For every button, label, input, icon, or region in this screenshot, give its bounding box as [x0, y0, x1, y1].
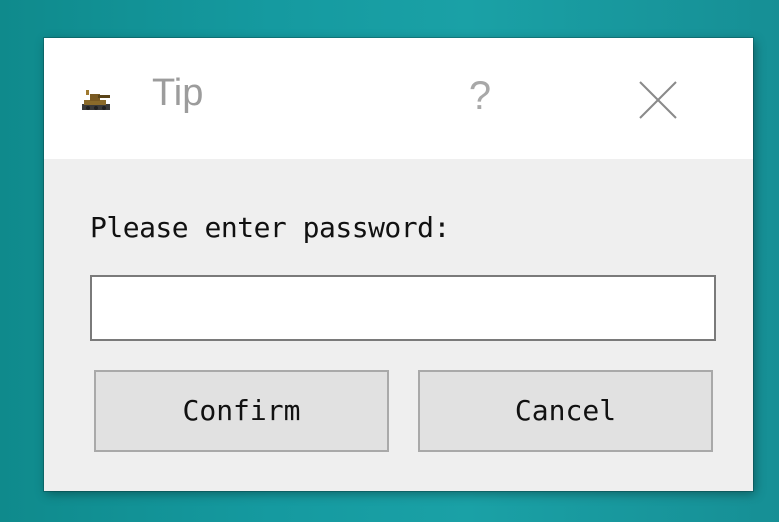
close-button[interactable] [634, 76, 682, 124]
title-bar[interactable]: Tip ? [44, 38, 753, 159]
password-prompt-label: Please enter password: [90, 211, 450, 244]
window-title: Tip [152, 72, 204, 114]
cancel-button[interactable]: Cancel [418, 370, 713, 452]
app-tank-icon [82, 90, 110, 110]
password-input[interactable] [90, 275, 716, 341]
confirm-button[interactable]: Confirm [94, 370, 389, 452]
close-icon [639, 81, 677, 119]
password-dialog: Tip ? Please enter password: Confirm Can… [44, 38, 753, 491]
help-button[interactable]: ? [456, 70, 504, 122]
